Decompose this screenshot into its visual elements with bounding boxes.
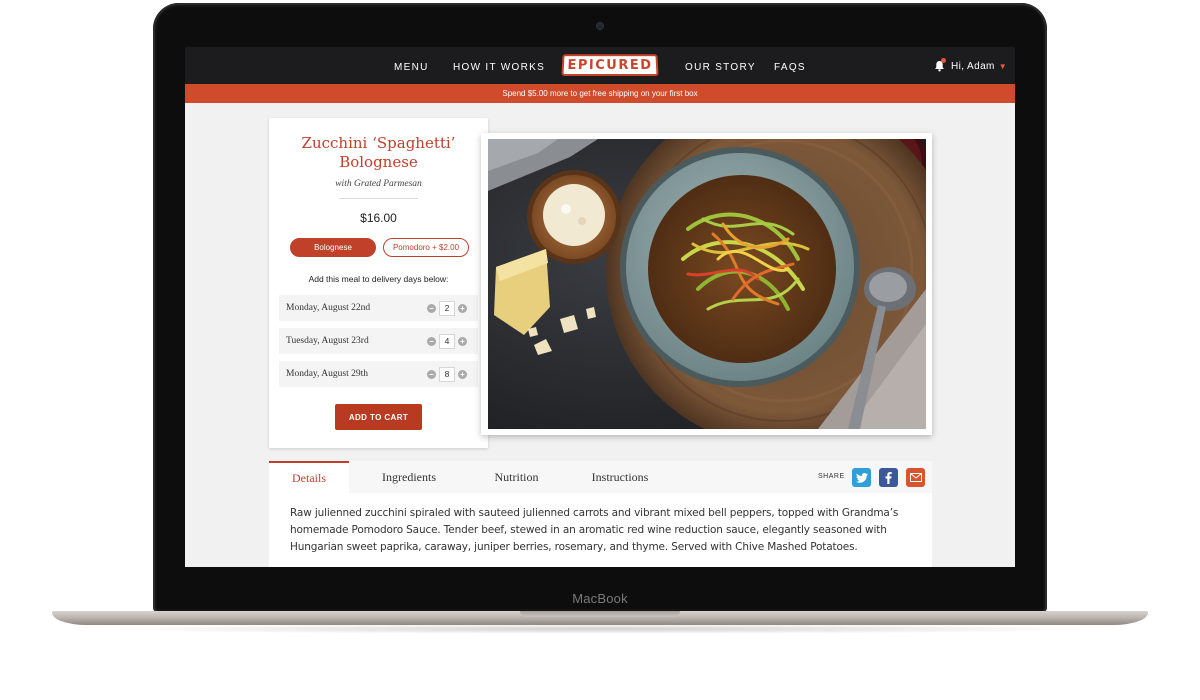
logo-text: EPICURED	[567, 57, 653, 73]
tab-nutrition[interactable]: Nutrition	[474, 461, 559, 493]
tab-details[interactable]: Details	[269, 461, 349, 493]
facebook-icon[interactable]	[879, 468, 898, 487]
product-price: $16.00	[360, 211, 397, 225]
quantity-stepper: − 8 +	[427, 366, 467, 382]
tab-instructions[interactable]: Instructions	[575, 461, 665, 493]
user-greeting: Hi, Adam	[951, 60, 995, 72]
minus-icon[interactable]: −	[427, 336, 436, 346]
quantity-input[interactable]: 4	[439, 333, 455, 349]
share-label: SHARE	[818, 473, 845, 480]
add-to-cart-button[interactable]: ADD TO CART	[335, 404, 422, 430]
quantity-stepper: − 2 +	[427, 300, 467, 316]
option-bolognese-button[interactable]: Bolognese	[290, 238, 376, 257]
delivery-day-name: Monday, August 29th	[286, 369, 368, 379]
delivery-day-name: Monday, August 22nd	[286, 303, 371, 313]
quantity-input[interactable]: 8	[439, 366, 455, 382]
plus-icon[interactable]: +	[458, 336, 467, 346]
delivery-day-row: Monday, August 29th − 8 +	[279, 361, 478, 387]
divider	[339, 198, 418, 199]
screen: MENU HOW IT WORKS EPICURED OUR STORY FAQ…	[185, 47, 1015, 567]
details-panel: Raw julienned zucchini spiraled with sau…	[269, 493, 932, 567]
chevron-down-icon: ▼	[998, 61, 1008, 71]
laptop-shadow	[90, 624, 1110, 634]
quantity-stepper: − 4 +	[427, 333, 467, 349]
nav-link-faqs[interactable]: FAQS	[774, 62, 806, 73]
option-pomodoro-button[interactable]: Pomodoro + $2.00	[383, 238, 469, 257]
delivery-days-label: Add this meal to delivery days below:	[308, 274, 449, 284]
tab-bar: Details Ingredients Nutrition Instructio…	[269, 461, 932, 493]
product-photo-frame	[481, 133, 932, 435]
promo-banner: Spend $5.00 more to get free shipping on…	[185, 84, 1015, 103]
email-icon[interactable]	[906, 468, 925, 487]
product-subtitle: with Grated Parmesan	[335, 179, 422, 189]
nav-link-our-story[interactable]: OUR STORY	[685, 62, 756, 73]
details-description: Raw julienned zucchini spiraled with sau…	[290, 507, 899, 553]
minus-icon[interactable]: −	[427, 303, 436, 313]
nav-link-how-it-works[interactable]: HOW IT WORKS	[453, 62, 545, 73]
product-title-line-1: Zucchini ‘Spaghetti’	[301, 134, 456, 152]
bell-icon[interactable]	[934, 58, 946, 72]
user-menu[interactable]: Hi, Adam ▼	[934, 58, 1008, 73]
top-nav: MENU HOW IT WORKS EPICURED OUR STORY FAQ…	[185, 47, 1015, 84]
nav-link-menu[interactable]: MENU	[394, 62, 429, 73]
laptop-notch	[520, 611, 680, 617]
twitter-icon[interactable]	[852, 468, 871, 487]
product-photo	[488, 139, 926, 429]
plus-icon[interactable]: +	[458, 303, 467, 313]
delivery-day-name: Tuesday, August 23rd	[286, 336, 369, 346]
plus-icon[interactable]: +	[458, 369, 467, 379]
minus-icon[interactable]: −	[427, 369, 436, 379]
brand-logo[interactable]: EPICURED	[561, 54, 659, 77]
webcam	[597, 23, 603, 29]
product-card: Zucchini ‘Spaghetti’ Bolognese with Grat…	[269, 118, 488, 448]
notification-dot	[941, 58, 946, 63]
product-title-line-2: Bolognese	[339, 153, 418, 171]
delivery-day-row: Monday, August 22nd − 2 +	[279, 295, 478, 321]
product-title: Zucchini ‘Spaghetti’ Bolognese	[269, 134, 488, 172]
delivery-day-row: Tuesday, August 23rd − 4 +	[279, 328, 478, 354]
quantity-input[interactable]: 2	[439, 300, 455, 316]
laptop-brand-label: MacBook	[572, 591, 628, 606]
tab-ingredients[interactable]: Ingredients	[364, 461, 454, 493]
